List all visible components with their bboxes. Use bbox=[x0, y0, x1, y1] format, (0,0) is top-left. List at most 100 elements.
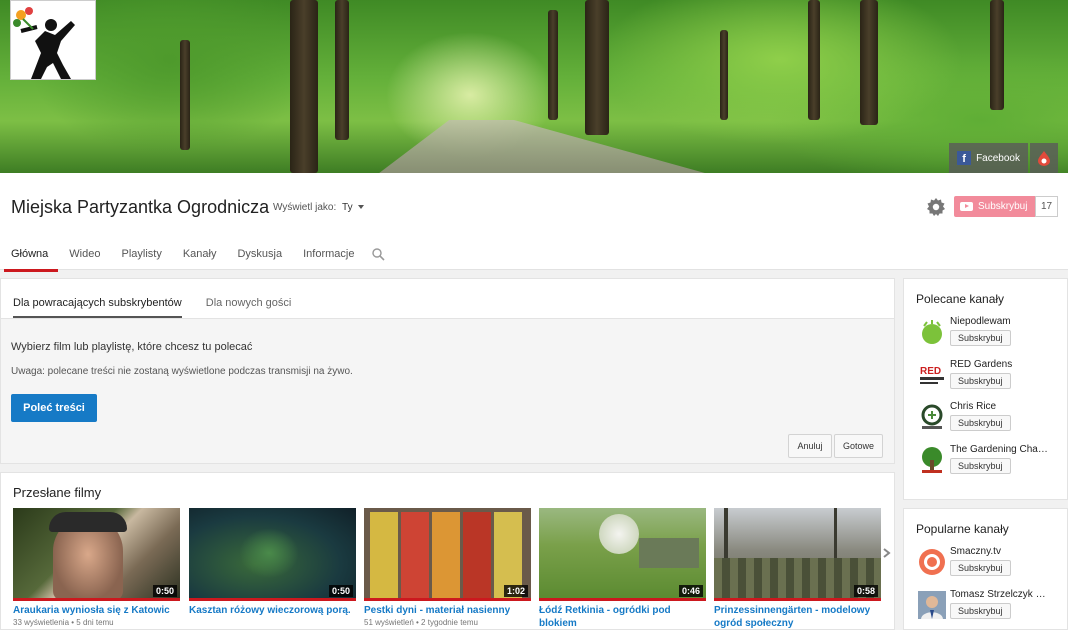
video-thumbnail[interactable]: 0:58 bbox=[714, 508, 881, 601]
view-as-value: Ty bbox=[342, 202, 353, 213]
video-item[interactable]: 0:58 Prinzessinnengärten - modelowy ogró… bbox=[714, 508, 881, 630]
channel-avatar[interactable] bbox=[918, 318, 946, 346]
channel-avatar[interactable] bbox=[918, 403, 946, 431]
channel-item[interactable]: RED RED Gardens Subskrybuj bbox=[918, 359, 1068, 395]
channel-tabs: Główna Wideo Playlisty Kanały Dyskusja I… bbox=[0, 243, 386, 272]
watched-progress bbox=[714, 598, 881, 601]
subscribe-label: Subskrybuj bbox=[978, 201, 1028, 212]
facebook-icon: f bbox=[957, 151, 972, 165]
subscribe-button[interactable]: Subskrybuj bbox=[950, 373, 1011, 389]
channel-item[interactable]: Niepodlewam Subskrybuj bbox=[918, 316, 1068, 352]
video-item[interactable]: 1:02 Pestki dyni - materiał nasienny 51 … bbox=[364, 508, 531, 627]
chevron-down-icon bbox=[358, 205, 365, 210]
recommend-content-button[interactable]: Poleć treści bbox=[11, 394, 97, 422]
channel-search-button[interactable] bbox=[372, 243, 386, 265]
park-path bbox=[370, 120, 730, 173]
tree-trunk bbox=[860, 0, 878, 125]
google-plus-icon bbox=[1038, 151, 1050, 166]
done-button[interactable]: Gotowe bbox=[834, 434, 883, 458]
tree-trunk bbox=[808, 0, 820, 120]
video-title[interactable]: Prinzessinnengärten - modelowy ogród spo… bbox=[714, 604, 881, 630]
gear-icon[interactable] bbox=[926, 197, 946, 217]
subscribe-button[interactable]: Subskrybuj bbox=[950, 458, 1011, 474]
watched-progress bbox=[539, 598, 706, 601]
subscribe-button[interactable]: Subskrybuj bbox=[950, 560, 1011, 576]
video-title[interactable]: Pestki dyni - materiał nasienny bbox=[364, 604, 531, 617]
cancel-button[interactable]: Anuluj bbox=[788, 434, 832, 458]
channel-item[interactable]: The Gardening Cha… Subskrybuj bbox=[918, 444, 1068, 480]
channel-name[interactable]: The Gardening Cha… bbox=[950, 444, 1066, 455]
view-as-selector[interactable]: Wyświetl jako: Ty bbox=[273, 202, 365, 213]
video-duration: 0:58 bbox=[853, 585, 878, 597]
social-links: f Facebook bbox=[949, 143, 1058, 173]
video-duration: 0:46 bbox=[678, 585, 703, 597]
tree-trunk bbox=[548, 10, 558, 120]
video-duration: 1:02 bbox=[503, 585, 528, 597]
uploads-title[interactable]: Przesłane filmy bbox=[13, 485, 101, 500]
tab-returning-subscribers[interactable]: Dla powracających subskrybentów bbox=[13, 297, 182, 318]
tree-trunk bbox=[290, 0, 318, 173]
channel-item[interactable]: Chris Rice Subskrybuj bbox=[918, 401, 1068, 437]
tab-home[interactable]: Główna bbox=[1, 243, 59, 272]
watched-progress bbox=[13, 598, 180, 601]
facebook-link[interactable]: f Facebook bbox=[949, 143, 1028, 173]
channel-name[interactable]: Tomasz Strzelczyk … bbox=[950, 589, 1066, 600]
tab-playlists[interactable]: Playlisty bbox=[111, 243, 171, 270]
channel-name[interactable]: Niepodlewam bbox=[950, 316, 1066, 327]
channel-avatar[interactable] bbox=[10, 0, 96, 80]
video-thumbnail[interactable]: 0:50 bbox=[13, 508, 180, 601]
google-plus-link[interactable] bbox=[1030, 143, 1058, 173]
tree-trunk bbox=[180, 40, 190, 150]
video-meta: 51 wyświetleń • 2 tygodnie temu bbox=[364, 618, 478, 627]
uploads-section: Przesłane filmy 0:50 Araukaria wyniosła … bbox=[0, 472, 895, 630]
tab-new-visitors[interactable]: Dla nowych gości bbox=[206, 297, 292, 318]
video-item[interactable]: 0:50 Kasztan różowy wieczorową porą. bbox=[189, 508, 356, 618]
channel-avatar[interactable] bbox=[918, 548, 946, 576]
video-thumbnail[interactable]: 1:02 bbox=[364, 508, 531, 601]
video-title[interactable]: Łódź Retkinia - ogródki pod blokiem bbox=[539, 604, 706, 630]
subscribe-button[interactable]: Subskrybuj bbox=[950, 415, 1011, 431]
channel-avatar[interactable] bbox=[918, 591, 946, 619]
channel-item[interactable]: Smaczny.tv Subskrybuj bbox=[918, 546, 1068, 582]
channel-avatar[interactable] bbox=[918, 446, 946, 474]
channel-name[interactable]: Smaczny.tv bbox=[950, 546, 1066, 557]
video-item[interactable]: 0:46 Łódź Retkinia - ogródki pod blokiem bbox=[539, 508, 706, 630]
audience-tabs: Dla powracających subskrybentów Dla nowy… bbox=[1, 279, 894, 319]
channel-banner: f Facebook bbox=[0, 0, 1068, 173]
subscribe-button[interactable]: Subskrybuj bbox=[950, 330, 1011, 346]
tab-channels[interactable]: Kanały bbox=[173, 243, 227, 270]
channel-name[interactable]: RED Gardens bbox=[950, 359, 1066, 370]
search-icon bbox=[372, 247, 386, 261]
video-thumbnail[interactable]: 0:46 bbox=[539, 508, 706, 601]
channel-title[interactable]: Miejska Partyzantka Ogrodnicza bbox=[11, 197, 269, 218]
video-meta: 33 wyświetlenia • 5 dni temu bbox=[13, 618, 114, 627]
subscribe-button[interactable]: Subskrybuj bbox=[954, 196, 1035, 217]
popular-channels-title: Popularne kanały bbox=[916, 522, 1009, 536]
tab-about[interactable]: Informacje bbox=[293, 243, 364, 270]
featured-channels-box: Polecane kanały Niepodlewam Subskrybuj R… bbox=[903, 278, 1068, 500]
youtube-icon bbox=[960, 202, 973, 211]
subscribe-button[interactable]: Subskrybuj bbox=[950, 603, 1011, 619]
channel-name[interactable]: Chris Rice bbox=[950, 401, 1066, 412]
tab-videos[interactable]: Wideo bbox=[59, 243, 110, 270]
svg-text:RED: RED bbox=[920, 366, 941, 377]
popular-channels-box: Popularne kanały Smaczny.tv Subskrybuj T… bbox=[903, 508, 1068, 630]
tab-discussion[interactable]: Dyskusja bbox=[227, 243, 292, 270]
view-as-label: Wyświetl jako: bbox=[273, 202, 337, 213]
tree-trunk bbox=[990, 0, 1004, 110]
video-duration: 0:50 bbox=[152, 585, 177, 597]
chevron-right-icon[interactable] bbox=[881, 543, 893, 563]
video-title[interactable]: Araukaria wyniosła się z Katowic bbox=[13, 604, 180, 617]
facebook-label: Facebook bbox=[976, 152, 1020, 164]
watched-progress bbox=[364, 598, 531, 601]
video-item[interactable]: 0:50 Araukaria wyniosła się z Katowic 33… bbox=[13, 508, 180, 627]
channel-item[interactable]: Tomasz Strzelczyk … Subskrybuj bbox=[918, 589, 1068, 625]
video-title[interactable]: Kasztan różowy wieczorową porą. bbox=[189, 604, 356, 617]
featured-note: Uwaga: polecane treści nie zostaną wyświ… bbox=[11, 366, 353, 377]
video-thumbnail[interactable]: 0:50 bbox=[189, 508, 356, 601]
subscriber-count: 17 bbox=[1035, 196, 1058, 217]
tree-trunk bbox=[720, 30, 728, 120]
tree-trunk bbox=[335, 0, 349, 140]
video-duration: 0:50 bbox=[328, 585, 353, 597]
channel-avatar[interactable]: RED bbox=[918, 361, 946, 389]
